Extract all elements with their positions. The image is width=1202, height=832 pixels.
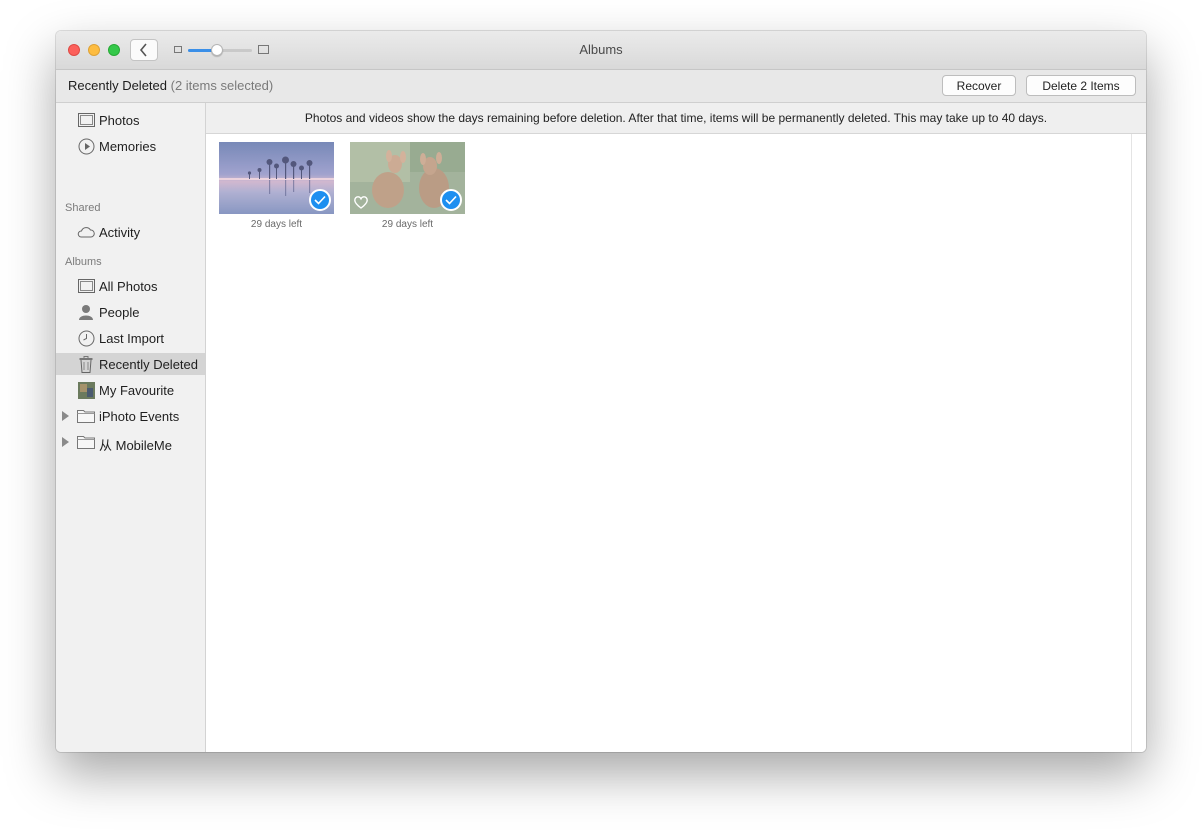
sidebar-item-label: Memories: [99, 139, 157, 154]
photos-icon: [77, 278, 95, 294]
sidebar-item-iphoto-events[interactable]: iPhoto Events: [56, 405, 205, 427]
page-title: Recently Deleted (2 items selected): [68, 78, 273, 93]
folder-icon: [77, 408, 95, 424]
toolbar: Recently Deleted (2 items selected) Reco…: [56, 70, 1146, 103]
photo-item[interactable]: 29 days left: [350, 142, 465, 230]
days-left-label: 29 days left: [250, 219, 303, 230]
favorite-heart-icon[interactable]: [354, 196, 368, 209]
sidebar-item-label: People: [99, 305, 140, 320]
sidebar-item-activity[interactable]: Activity: [56, 221, 205, 243]
sidebar-item-all-photos[interactable]: All Photos: [56, 275, 205, 297]
person-icon: [77, 304, 95, 320]
photo-thumbnail-palms[interactable]: [219, 142, 334, 214]
sidebar-item-recently-deleted[interactable]: Recently Deleted: [56, 353, 205, 375]
memories-icon: [77, 138, 95, 154]
sidebar-item-mobileme[interactable]: 从 MobileMe: [56, 431, 205, 453]
window-title: Albums: [579, 42, 623, 57]
clock-icon: [77, 330, 95, 346]
delete-items-button[interactable]: Delete 2 Items: [1026, 75, 1136, 96]
photo-grid-area: Photos and videos show the days remainin…: [206, 103, 1146, 752]
selected-check-icon[interactable]: [440, 189, 462, 211]
trash-icon: [77, 355, 95, 373]
cloud-icon: [77, 224, 95, 240]
album-thumbnail-icon: [77, 381, 95, 399]
days-left-label: 29 days left: [381, 219, 434, 230]
sidebar-item-last-import[interactable]: Last Import: [56, 327, 205, 349]
sidebar-item-people[interactable]: People: [56, 301, 205, 323]
sidebar-item-memories[interactable]: Memories: [56, 135, 205, 157]
album-name: Recently Deleted: [68, 78, 167, 93]
photos-window: Albums Recently Deleted (2 items selecte…: [56, 31, 1146, 752]
sidebar-item-label: My Favourite: [99, 383, 175, 398]
disclosure-triangle-icon[interactable]: [62, 437, 69, 447]
section-header-albums: Albums: [65, 256, 102, 268]
recover-button[interactable]: Recover: [942, 75, 1016, 96]
sidebar-item-label: iPhoto Events: [99, 409, 180, 424]
sidebar-item-label: Activity: [99, 225, 141, 240]
photo-item[interactable]: 29 days left: [219, 142, 334, 230]
title-bar: Albums: [56, 31, 1146, 70]
selected-check-icon[interactable]: [309, 189, 331, 211]
photos-icon: [77, 112, 95, 128]
deletion-info-banner: Photos and videos show the days remainin…: [206, 103, 1146, 134]
photo-thumbnail-deer[interactable]: [350, 142, 465, 214]
sidebar-item-label: Photos: [99, 113, 140, 128]
folder-icon: [77, 434, 95, 450]
disclosure-triangle-icon[interactable]: [62, 411, 69, 421]
selection-count: (2 items selected): [170, 78, 274, 93]
sidebar-item-photos[interactable]: Photos: [56, 109, 205, 131]
sidebar-item-label: Recently Deleted: [99, 357, 198, 372]
sidebar-item-label: 从 MobileMe: [99, 438, 172, 453]
section-header-shared: Shared: [65, 202, 101, 214]
sidebar-item-label: Last Import: [99, 331, 165, 346]
sidebar-item-my-favourite[interactable]: My Favourite: [56, 379, 205, 401]
scrollbar-track[interactable]: [1131, 134, 1132, 752]
sidebar-item-label: All Photos: [99, 279, 158, 294]
sidebar: Photos Memories Shared Activity Albums A…: [56, 103, 206, 752]
